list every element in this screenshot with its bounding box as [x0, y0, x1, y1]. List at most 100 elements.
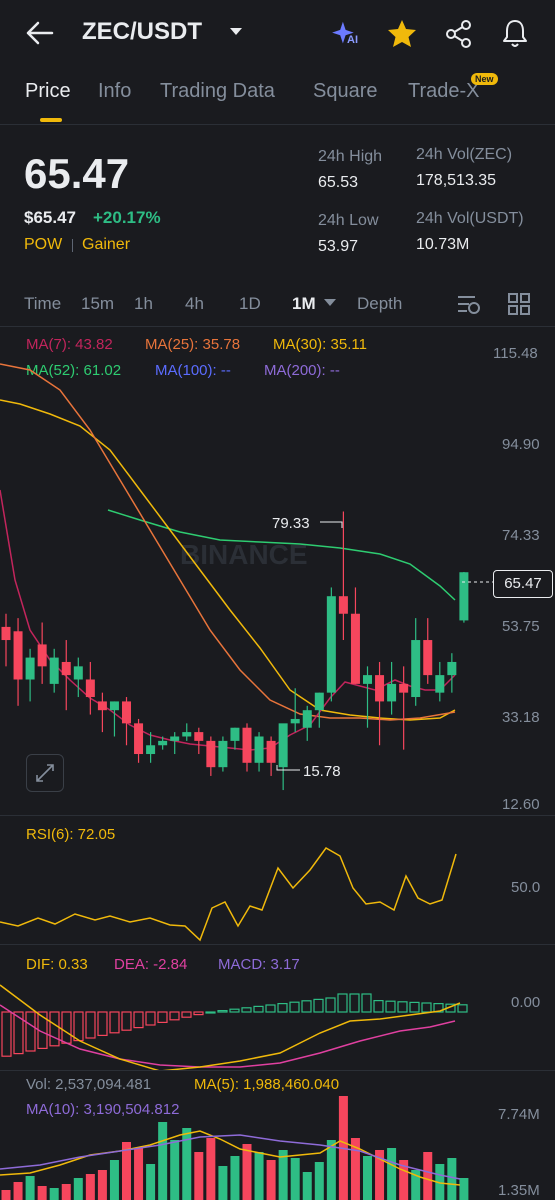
current-price-tag: 65.47 — [493, 570, 553, 598]
low-mark-label: 15.78 — [303, 763, 341, 780]
expand-icon — [36, 764, 54, 782]
macd-bar — [145, 1011, 156, 1026]
candle-body — [387, 683, 397, 702]
candle-body — [230, 727, 240, 741]
expand-chart-button[interactable] — [26, 754, 64, 792]
star-icon[interactable] — [386, 18, 418, 48]
volume-bar — [242, 1144, 252, 1200]
macd-bar — [457, 1004, 468, 1013]
candle-body — [206, 740, 216, 768]
ma7-line — [0, 489, 456, 751]
caret-down-icon[interactable] — [229, 27, 243, 37]
candle-body — [218, 740, 228, 768]
indicator-settings-icon[interactable] — [455, 292, 483, 316]
share-icon[interactable] — [444, 19, 474, 49]
vol-quote-value: 10.73M — [416, 236, 470, 253]
vol-base-value: 178,513.35 — [416, 172, 497, 189]
candle-body — [290, 718, 300, 724]
tf-4h[interactable]: 4h — [185, 294, 204, 314]
tf-15m[interactable]: 15m — [81, 294, 114, 314]
tab-price[interactable]: Price — [25, 80, 71, 103]
tf-depth[interactable]: Depth — [357, 294, 402, 314]
macd-bar — [289, 1001, 300, 1013]
tab-info[interactable]: Info — [98, 80, 131, 103]
volume-bar — [85, 1174, 95, 1200]
candle-body — [49, 657, 59, 684]
volume-bar — [146, 1164, 156, 1200]
volume-bar — [194, 1152, 204, 1200]
macd-chart — [0, 984, 468, 1070]
tag-gainer[interactable]: Gainer — [82, 236, 130, 254]
volume-bar — [387, 1148, 397, 1200]
candle-body — [37, 644, 47, 667]
macd-bar — [97, 1011, 108, 1036]
tf-1h[interactable]: 1h — [134, 294, 153, 314]
macd-bar — [397, 1001, 408, 1013]
macd-bar — [73, 1011, 84, 1042]
rsi-axis-tick: 50.0 — [511, 879, 541, 896]
macd-bar — [313, 998, 324, 1013]
volume-bar — [170, 1140, 180, 1200]
macd-bar — [373, 1000, 384, 1013]
pair-title[interactable]: ZEC/USDT — [82, 18, 202, 46]
candlestick-chart[interactable]: BINANCE 79.33 15.78 — [0, 330, 555, 810]
macd-bar — [49, 1011, 60, 1047]
volume-bar — [25, 1176, 35, 1200]
tf-time[interactable]: Time — [24, 294, 61, 314]
low-value: 53.97 — [318, 238, 359, 255]
back-arrow-icon[interactable] — [24, 20, 54, 46]
macd-dif-label: DIF: 0.33 — [26, 956, 88, 973]
tag-divider — [72, 239, 73, 252]
macd-bar — [277, 1003, 288, 1013]
macd-bar — [265, 1004, 276, 1013]
divider — [0, 326, 555, 327]
rsi-chart — [0, 847, 457, 942]
macd-bar — [409, 1001, 420, 1013]
macd-bar — [121, 1011, 132, 1031]
tf-1m[interactable]: 1M — [292, 294, 316, 314]
last-price: 65.47 — [24, 150, 130, 197]
tab-square[interactable]: Square — [313, 80, 378, 103]
candle-body — [411, 640, 421, 698]
grid-layout-icon[interactable] — [507, 292, 531, 316]
rsi-line — [0, 847, 457, 942]
tf-1d[interactable]: 1D — [239, 294, 261, 314]
divider — [0, 1070, 555, 1071]
candle-body — [25, 657, 35, 680]
vol-base-label: 24h Vol(ZEC) — [416, 146, 513, 163]
tag-pow[interactable]: POW — [24, 236, 62, 254]
volume-bar — [266, 1160, 276, 1200]
candle-body — [146, 745, 156, 755]
macd-value-label: MACD: 3.17 — [218, 956, 300, 973]
volume-bar — [97, 1170, 107, 1200]
candle-body — [97, 701, 107, 711]
volume-bar — [447, 1158, 457, 1200]
volume-bar — [158, 1122, 168, 1200]
ai-sparkle-icon[interactable]: AI — [330, 20, 362, 50]
macd-bar — [157, 1011, 168, 1023]
bell-icon[interactable] — [500, 17, 530, 49]
macd-bar — [301, 1000, 312, 1013]
candle-body — [326, 596, 336, 693]
volume-bar — [206, 1138, 216, 1200]
macd-bar — [193, 1011, 204, 1016]
candle-body — [459, 572, 469, 621]
price-change: +20.17% — [93, 208, 161, 227]
macd-bar — [253, 1005, 264, 1013]
candle-body — [350, 613, 360, 684]
tab-trading-data[interactable]: Trading Data — [160, 80, 275, 103]
usd-price: $65.47 — [24, 208, 76, 227]
volume-bar — [254, 1152, 264, 1200]
candle-body — [122, 701, 131, 724]
candle-body — [423, 640, 433, 676]
volume-bar — [290, 1158, 300, 1200]
macd-bar — [169, 1011, 180, 1021]
macd-bar — [85, 1011, 96, 1039]
candle-body — [1, 626, 11, 641]
macd-bar — [241, 1007, 252, 1013]
tf-caret-icon[interactable] — [324, 299, 336, 307]
volume-bar — [61, 1184, 71, 1200]
volume-chart — [0, 1096, 469, 1200]
tab-trade-x[interactable]: Trade-X — [408, 80, 480, 103]
volume-bar — [363, 1156, 372, 1200]
